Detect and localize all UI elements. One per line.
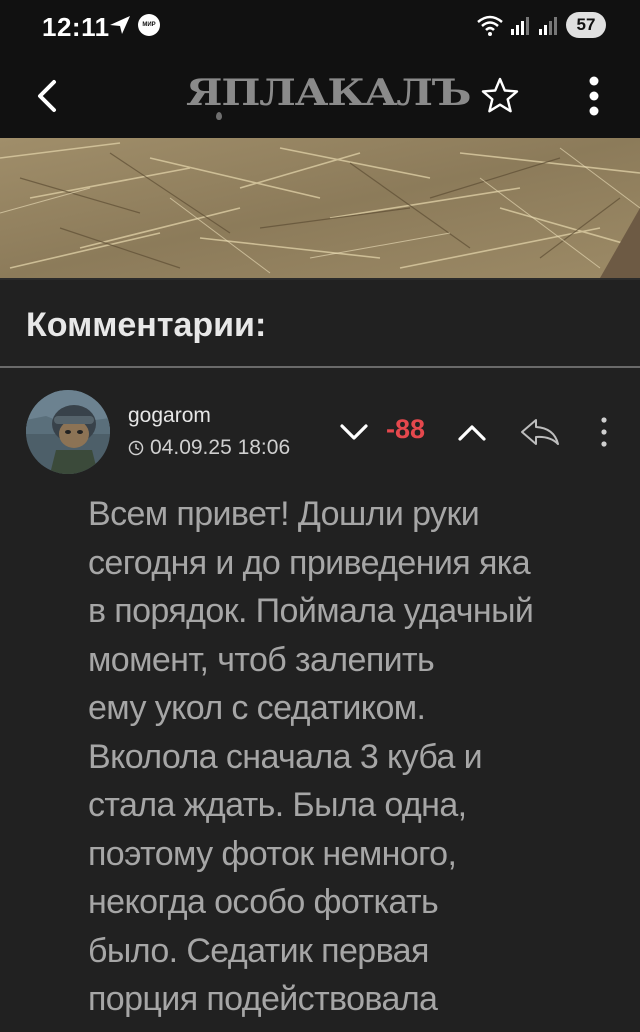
chevron-up-icon bbox=[458, 425, 486, 441]
status-time: 12:11 bbox=[42, 12, 110, 42]
vote-up-button[interactable] bbox=[454, 414, 490, 450]
comment-line: момент, чтоб залепить bbox=[88, 640, 435, 679]
comment-line: некогда особо фоткать bbox=[88, 883, 439, 921]
comment-line: поэтому фоток немного, bbox=[88, 834, 457, 873]
logo-drop bbox=[216, 112, 222, 120]
reply-arrow-icon bbox=[521, 419, 559, 445]
comment-line: стала ждать. Была одна, bbox=[88, 786, 467, 824]
signal-strength-icon bbox=[511, 17, 529, 35]
comment-username[interactable]: gogarom bbox=[128, 404, 211, 428]
status-right-icons: 57 bbox=[476, 12, 606, 38]
comment-line: ему укол с седатиком. bbox=[88, 689, 426, 727]
avatar[interactable] bbox=[26, 390, 110, 474]
chevron-left-icon bbox=[38, 80, 56, 112]
more-options-button[interactable] bbox=[574, 72, 614, 120]
signal-strength-roaming-icon bbox=[539, 17, 557, 35]
reply-button[interactable] bbox=[518, 414, 562, 450]
more-vertical-icon bbox=[601, 417, 607, 447]
favorite-button[interactable] bbox=[478, 74, 522, 118]
comment-line: в порядок. Поймала удачный bbox=[88, 592, 534, 630]
chevron-down-icon bbox=[340, 424, 368, 440]
comment-line: сегодня и до приведения яка bbox=[88, 543, 531, 582]
wifi-icon bbox=[477, 15, 503, 36]
app-bar: ЯПЛАКАЛЪ bbox=[0, 54, 640, 138]
comment-line: Всем привет! Дошли руки bbox=[88, 495, 480, 533]
comment-timestamp: 04.09.25 18:06 bbox=[150, 436, 291, 459]
comment-body: Всем привет! Дошли руки сегодня и до при… bbox=[88, 490, 628, 1024]
comment-line: порция подействовала bbox=[88, 980, 438, 1018]
comment-score: -88 bbox=[386, 414, 426, 444]
comments-heading: Комментарии: bbox=[26, 306, 267, 344]
carrier-badge: МИР bbox=[138, 14, 160, 36]
vote-down-button[interactable] bbox=[336, 414, 372, 450]
comment-line: было. Седатик первая bbox=[88, 931, 429, 970]
clock-icon bbox=[128, 440, 144, 456]
image-bottom-divider bbox=[0, 278, 640, 280]
back-button[interactable] bbox=[28, 74, 68, 118]
location-arrow-icon bbox=[110, 16, 130, 34]
comment-timestamp-row: 04.09.25 18:06 bbox=[128, 436, 290, 460]
straw-photo bbox=[0, 138, 640, 278]
battery-indicator: 57 bbox=[566, 12, 606, 38]
comment-line: Вколола сначала 3 куба и bbox=[88, 737, 483, 776]
site-logo[interactable]: ЯПЛАКАЛЪ bbox=[186, 72, 471, 114]
status-left-icons: МИР bbox=[108, 14, 160, 36]
status-bar: 12:11 МИР 57 bbox=[0, 0, 640, 54]
avatar-image bbox=[26, 390, 110, 474]
star-icon bbox=[481, 77, 519, 113]
comment-more-button[interactable] bbox=[592, 412, 616, 452]
more-vertical-icon bbox=[589, 76, 599, 116]
comments-divider bbox=[0, 366, 640, 368]
post-image[interactable] bbox=[0, 138, 640, 278]
